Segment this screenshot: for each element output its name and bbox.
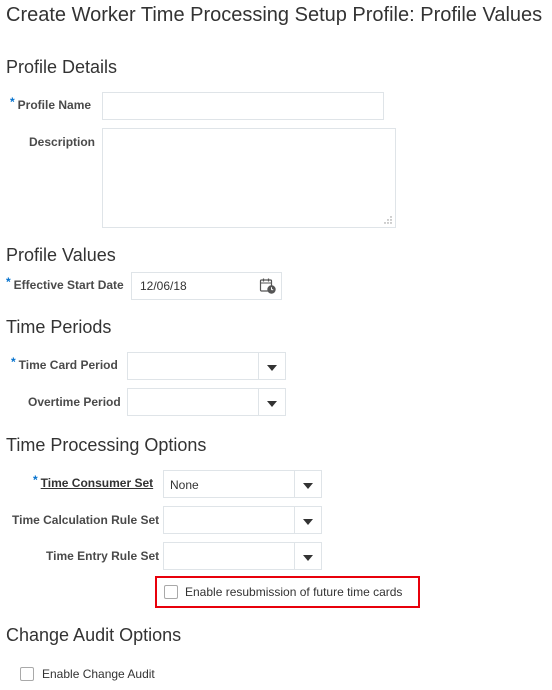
- time-consumer-set-select[interactable]: None: [163, 470, 322, 498]
- time-card-period-select[interactable]: [127, 352, 286, 380]
- effective-start-date-label: * Effective Start Date: [6, 275, 124, 292]
- page-title: Create Worker Time Processing Setup Prof…: [6, 4, 543, 26]
- chevron-down-icon[interactable]: [294, 507, 321, 533]
- section-heading-profile-details: Profile Details: [6, 57, 118, 77]
- time-entry-rule-set-select[interactable]: [163, 542, 322, 570]
- required-marker: *: [11, 355, 16, 369]
- enable-resubmission-label[interactable]: Enable resubmission of future time cards: [185, 585, 402, 599]
- profile-name-input[interactable]: [102, 92, 384, 120]
- enable-change-audit-label[interactable]: Enable Change Audit: [42, 667, 155, 681]
- overtime-period-label: Overtime Period: [28, 395, 121, 409]
- description-textarea[interactable]: [102, 128, 396, 228]
- profile-name-label: * Profile Name: [10, 95, 92, 112]
- calendar-icon[interactable]: [259, 277, 277, 295]
- resize-grip-icon[interactable]: [384, 216, 392, 224]
- effective-start-date-input[interactable]: 12/06/18: [131, 272, 282, 300]
- chevron-down-icon[interactable]: [258, 389, 285, 415]
- time-calculation-rule-set-label: Time Calculation Rule Set: [12, 513, 160, 527]
- time-entry-rule-set-label: Time Entry Rule Set: [46, 549, 160, 563]
- chevron-down-icon[interactable]: [294, 543, 321, 569]
- chevron-down-icon[interactable]: [294, 471, 321, 497]
- time-consumer-set-label[interactable]: * Time Consumer Set: [33, 473, 153, 490]
- enable-change-audit-checkbox[interactable]: [20, 667, 34, 681]
- section-heading-time-processing-options: Time Processing Options: [6, 435, 207, 455]
- description-label: Description: [29, 135, 96, 149]
- enable-resubmission-checkbox[interactable]: [164, 585, 178, 599]
- overtime-period-select[interactable]: [127, 388, 286, 416]
- required-marker: *: [33, 473, 38, 487]
- chevron-down-icon[interactable]: [258, 353, 285, 379]
- time-card-period-label: * Time Card Period: [11, 355, 118, 372]
- section-heading-change-audit-options: Change Audit Options: [6, 625, 182, 645]
- required-marker: *: [6, 275, 11, 289]
- section-heading-profile-values: Profile Values: [6, 245, 116, 265]
- section-heading-time-periods: Time Periods: [6, 317, 112, 337]
- time-calculation-rule-set-select[interactable]: [163, 506, 322, 534]
- required-marker: *: [10, 95, 15, 109]
